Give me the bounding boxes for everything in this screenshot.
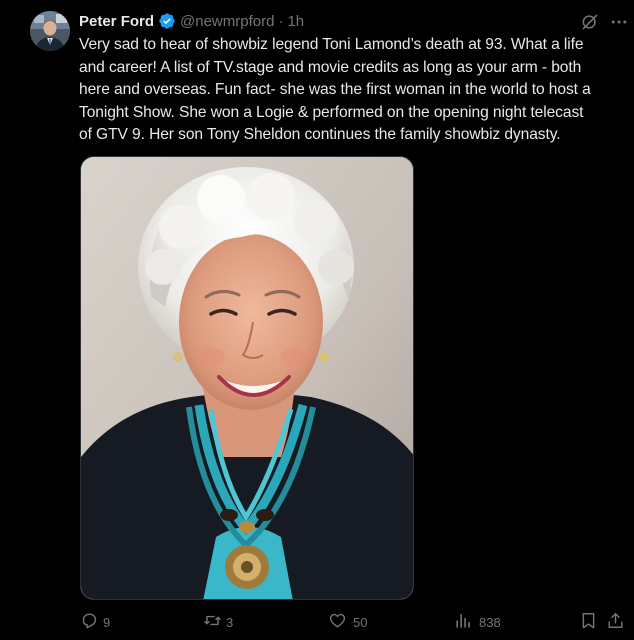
views-count: 838 (479, 614, 501, 630)
reply-count: 9 (103, 614, 111, 630)
views-icon (454, 611, 473, 633)
avatar[interactable] (30, 11, 70, 51)
reply-button[interactable]: 9 (80, 610, 110, 634)
repost-button[interactable]: 3 (203, 610, 233, 634)
grok-icon[interactable] (580, 12, 600, 32)
repost-icon (203, 611, 222, 633)
verified-badge-icon[interactable] (158, 12, 176, 30)
author-handle[interactable]: @newmrpford (180, 13, 274, 30)
action-bar: 9 3 50 838 (0, 610, 634, 636)
views-button[interactable]: 838 (454, 610, 501, 634)
timestamp[interactable]: 1h (287, 13, 304, 30)
bookmark-button[interactable] (579, 610, 598, 634)
repost-count: 3 (226, 614, 234, 630)
tweet-photo[interactable] (80, 156, 414, 600)
share-icon (606, 611, 625, 633)
reply-icon (80, 611, 99, 633)
tweet[interactable]: Peter Ford @newmrpford · 1h Very sad to … (0, 0, 634, 640)
tweet-text: Very sad to hear of showbiz legend Toni … (79, 36, 591, 144)
share-button[interactable] (606, 610, 625, 634)
tweet-header: Peter Ford @newmrpford · 1h (79, 10, 304, 32)
more-icon[interactable] (609, 12, 629, 32)
separator-dot: · (278, 12, 284, 30)
bookmark-icon (579, 611, 598, 633)
like-button[interactable]: 50 (328, 610, 367, 634)
like-count: 50 (353, 614, 368, 630)
author-name[interactable]: Peter Ford (79, 13, 154, 30)
heart-icon (328, 611, 347, 633)
